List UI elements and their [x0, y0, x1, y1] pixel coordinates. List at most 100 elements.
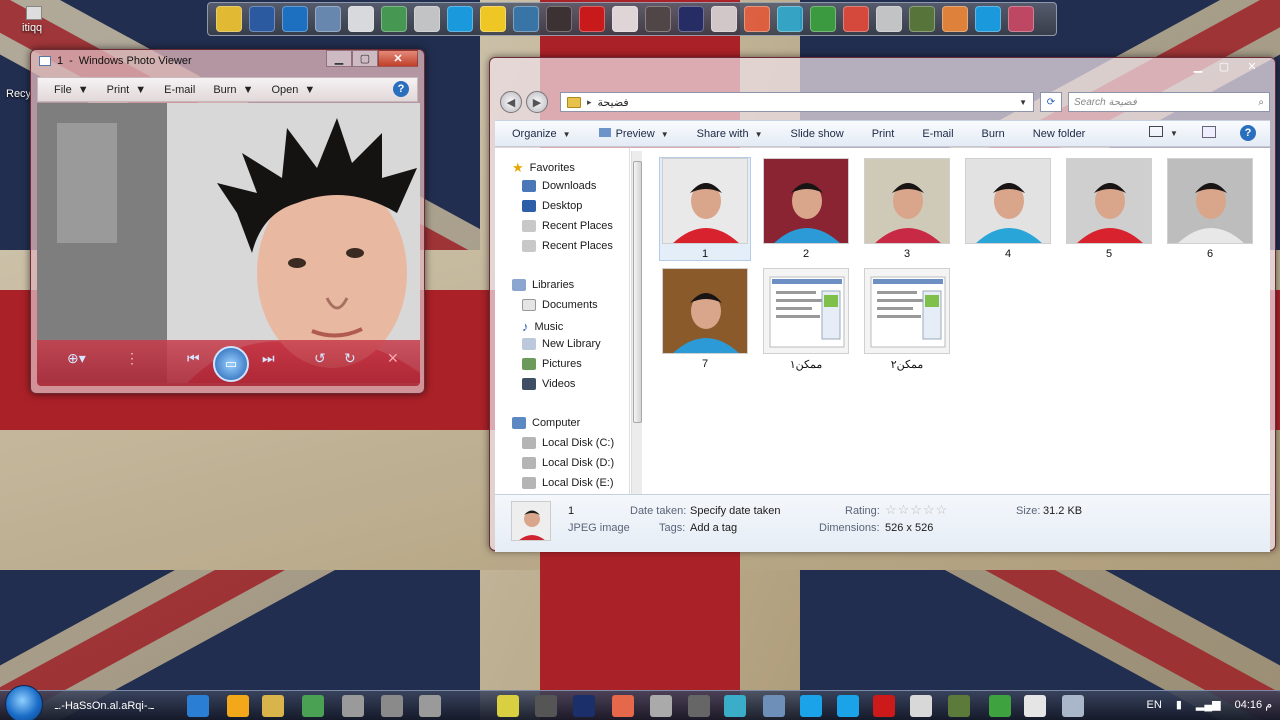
clock-icon[interactable]	[414, 6, 440, 32]
previous-icon[interactable]: ⏮	[187, 350, 200, 367]
smile-icon[interactable]	[612, 695, 634, 717]
file-item[interactable]: ممكن٢	[862, 268, 952, 371]
refresh-button[interactable]: ⟳	[1040, 92, 1062, 112]
palm-icon[interactable]	[744, 6, 770, 32]
chrome2-icon[interactable]	[843, 6, 869, 32]
cube-icon[interactable]	[282, 6, 308, 32]
chrome-icon[interactable]	[302, 695, 324, 717]
file-item[interactable]: 6	[1165, 158, 1255, 260]
app-icon[interactable]	[873, 695, 895, 717]
file-item[interactable]: 2	[761, 158, 851, 260]
skype-icon[interactable]	[447, 6, 473, 32]
nav-disk-d[interactable]: Local Disk (D:)	[522, 457, 614, 469]
taskbar-user-text[interactable]: ـ.-HaSsOn.al.aRqi-.ـ	[55, 699, 154, 712]
menu-file[interactable]: File ▼	[54, 84, 89, 96]
app-icon[interactable]	[546, 6, 572, 32]
next-icon[interactable]: ⏭	[262, 350, 275, 367]
address-bar[interactable]: ▸ فضيحة ▼	[560, 92, 1034, 112]
c-icon[interactable]	[1024, 695, 1046, 717]
camtasia-icon[interactable]	[989, 695, 1011, 717]
clock-icon[interactable]	[497, 695, 519, 717]
minimize-button[interactable]: ▁	[1185, 58, 1211, 75]
nav-favorites[interactable]: ★ Favorites	[512, 160, 575, 176]
scrollbar-thumb[interactable]	[633, 161, 642, 423]
chrome-icon[interactable]	[480, 6, 506, 32]
battery-icon[interactable]: ▮	[1176, 698, 1182, 711]
hd-icon[interactable]	[573, 695, 595, 717]
nav-new-library[interactable]: New Library	[522, 338, 601, 350]
nav-recent-places[interactable]: Recent Places	[522, 220, 613, 232]
preview-pane-icon[interactable]	[1202, 126, 1216, 138]
skype2-icon[interactable]	[975, 6, 1001, 32]
organize-button[interactable]: Organize ▼	[512, 128, 571, 140]
start-button[interactable]	[5, 685, 43, 720]
hd-icon[interactable]	[678, 6, 704, 32]
folder-icon[interactable]	[262, 695, 284, 717]
gray-icon[interactable]	[711, 6, 737, 32]
pie-icon[interactable]	[535, 695, 557, 717]
rotate-right-icon[interactable]: ↻	[344, 350, 356, 367]
game3-icon[interactable]	[419, 695, 441, 717]
help-button[interactable]: ?	[1240, 125, 1256, 141]
skype-icon[interactable]	[800, 695, 822, 717]
bird-icon[interactable]	[513, 6, 539, 32]
email-button[interactable]: E-mail	[922, 128, 953, 140]
monitor-icon[interactable]	[763, 695, 785, 717]
language-indicator[interactable]: EN	[1147, 699, 1162, 711]
window2-icon[interactable]	[876, 6, 902, 32]
nav-disk-c[interactable]: Local Disk (C:)	[522, 437, 614, 449]
ie-icon[interactable]	[187, 695, 209, 717]
date-taken-value[interactable]: Specify date taken	[690, 505, 781, 517]
rating-stars[interactable]: ☆☆☆☆☆	[885, 502, 948, 518]
monitor-icon[interactable]	[315, 6, 341, 32]
actual-size-icon[interactable]: ⋮	[125, 350, 139, 367]
network-icon[interactable]	[249, 6, 275, 32]
game2-icon[interactable]	[381, 695, 403, 717]
media-icon[interactable]	[227, 695, 249, 717]
print-button[interactable]: Print	[872, 128, 895, 140]
close-button[interactable]: ✕	[378, 50, 418, 67]
maximize-button[interactable]: ▢	[352, 50, 378, 67]
chevron-down-icon[interactable]: ▼	[1170, 129, 1178, 138]
nav-desktop[interactable]: Desktop	[522, 200, 582, 212]
desktop-file-icon[interactable]: itiqq	[22, 6, 42, 34]
menu-open[interactable]: Open ▼	[271, 84, 315, 96]
explorer2-icon[interactable]	[1062, 695, 1084, 717]
file-item[interactable]: 1	[659, 157, 751, 261]
nav-pictures[interactable]: Pictures	[522, 358, 582, 370]
mask-icon[interactable]	[942, 6, 968, 32]
menu-email[interactable]: E-mail	[164, 84, 195, 96]
nav-music[interactable]: ♪ Music	[522, 319, 563, 334]
search-input[interactable]: Search فضيحة ⌕	[1068, 92, 1270, 112]
smile-icon[interactable]	[612, 6, 638, 32]
slide-show-button[interactable]: Slide show	[791, 128, 844, 140]
share-with-button[interactable]: Share with ▼	[697, 128, 763, 140]
tags-value[interactable]: Add a tag	[690, 522, 737, 534]
menu-burn[interactable]: Burn ▼	[213, 84, 253, 96]
close-button[interactable]: ✕	[1237, 58, 1267, 75]
pie-icon[interactable]	[645, 6, 671, 32]
slideshow-button[interactable]: ▭	[213, 346, 249, 382]
runner-icon[interactable]	[348, 6, 374, 32]
forward-button[interactable]: ▶	[526, 91, 548, 113]
change-view-icon[interactable]	[1149, 126, 1163, 137]
nav-disk-e[interactable]: Local Disk (E:)	[522, 477, 614, 489]
chevron-down-icon[interactable]: ▼	[1019, 98, 1027, 107]
game-icon[interactable]	[342, 695, 364, 717]
file-item[interactable]: 3	[862, 158, 952, 260]
file-item[interactable]: 4	[963, 158, 1053, 260]
nav-videos[interactable]: Videos	[522, 378, 575, 390]
window-icon[interactable]	[688, 695, 710, 717]
clock[interactable]: 04:16 م	[1235, 698, 1272, 711]
rotate-left-icon[interactable]: ↺	[314, 350, 326, 367]
file-item[interactable]: ممكن١	[761, 268, 851, 371]
game2-icon[interactable]	[909, 6, 935, 32]
minimize-button[interactable]: ▁	[326, 50, 352, 67]
flower-icon[interactable]	[948, 695, 970, 717]
bird-icon[interactable]	[910, 695, 932, 717]
gray-icon[interactable]	[650, 695, 672, 717]
file-item[interactable]: 7	[660, 268, 750, 370]
camtasia-icon[interactable]	[810, 6, 836, 32]
delete-icon[interactable]: ✕	[387, 350, 399, 367]
nav-recent-places-2[interactable]: Recent Places	[522, 240, 613, 252]
